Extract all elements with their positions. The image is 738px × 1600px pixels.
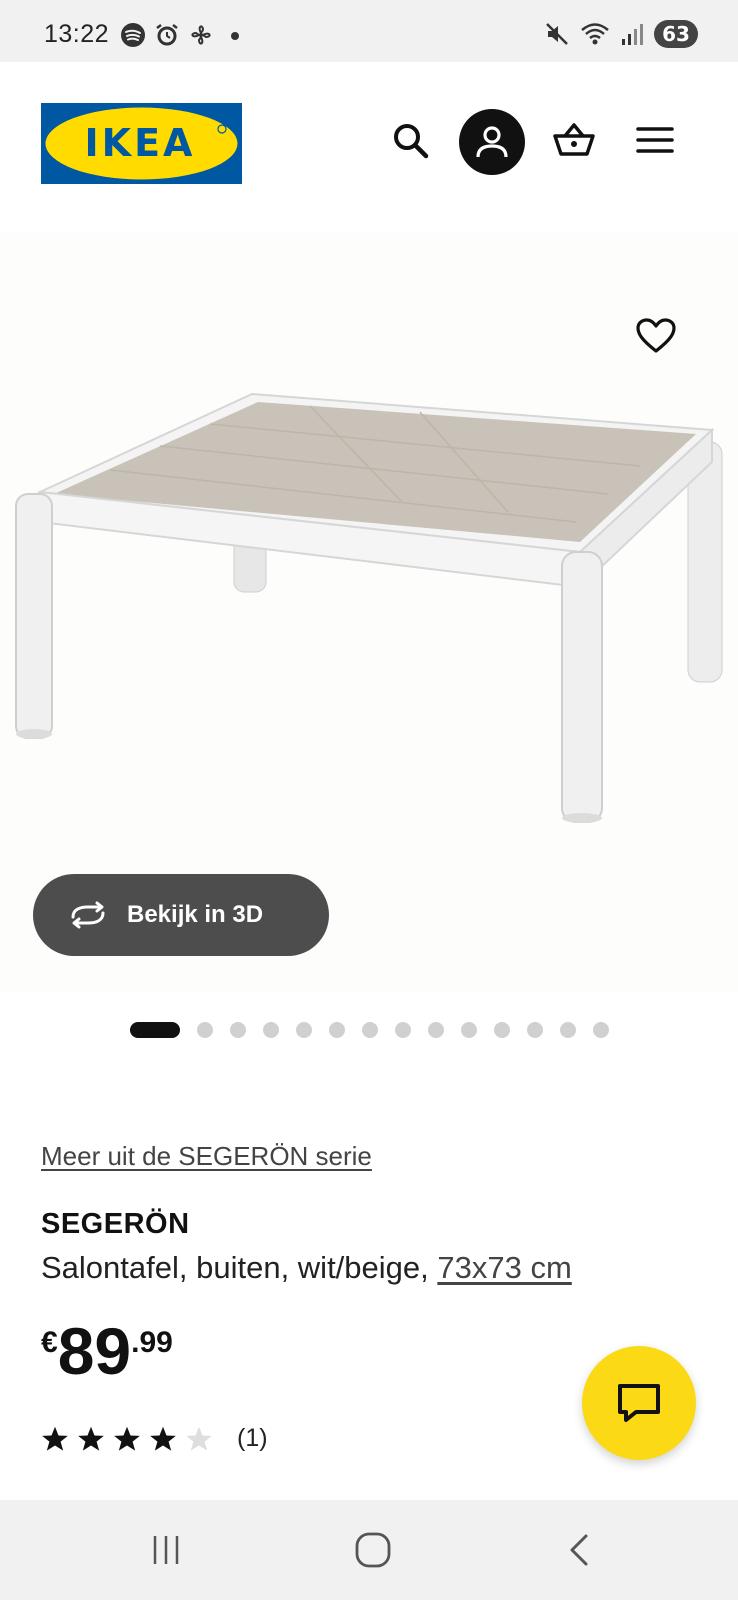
header: IKEA: [0, 62, 738, 232]
chat-button[interactable]: [582, 1346, 696, 1460]
alarm-icon: [156, 24, 178, 46]
pagination-dot[interactable]: [527, 1022, 543, 1038]
home-icon: [355, 1532, 391, 1568]
favorite-button[interactable]: [630, 310, 682, 362]
image-pagination[interactable]: [130, 1020, 609, 1040]
pagination-dot[interactable]: [461, 1022, 477, 1038]
back-button[interactable]: [550, 1528, 610, 1572]
price-decimal: .99: [131, 1326, 173, 1359]
pagination-dot[interactable]: [263, 1022, 279, 1038]
menu-button[interactable]: [627, 112, 683, 168]
product-size-link[interactable]: 73x73 cm: [437, 1250, 571, 1285]
svg-text:IKEA: IKEA: [85, 121, 196, 165]
profile-button[interactable]: [459, 109, 525, 175]
product-description: Salontafel, buiten, wit/beige, 73x73 cm: [41, 1250, 572, 1286]
pagination-dot[interactable]: [428, 1022, 444, 1038]
pagination-dot[interactable]: [494, 1022, 510, 1038]
product-price: € 89 .99: [41, 1318, 173, 1384]
pagination-dot[interactable]: [560, 1022, 576, 1038]
wifi-icon: [581, 23, 609, 45]
mute-icon: [546, 23, 568, 45]
star-filled-icon: [114, 1426, 140, 1451]
pagination-dot[interactable]: [362, 1022, 378, 1038]
recent-apps-icon: [153, 1536, 179, 1564]
cart-icon: [553, 123, 595, 156]
product-rating[interactable]: (1): [41, 1424, 268, 1453]
profile-icon: [476, 126, 508, 158]
cart-button[interactable]: [546, 112, 602, 168]
home-button[interactable]: [343, 1528, 403, 1572]
dot-icon: [231, 32, 239, 40]
spotify-icon: [121, 23, 145, 47]
price-currency: €: [41, 1326, 58, 1359]
pagination-dot[interactable]: [593, 1022, 609, 1038]
heart-icon: [636, 318, 676, 353]
status-icons-left: [120, 22, 248, 48]
signal-icon: [622, 24, 643, 45]
status-time: 13:22: [44, 20, 110, 48]
view-3d-label: Bekijk in 3D: [127, 901, 264, 928]
pagination-dot[interactable]: [395, 1022, 411, 1038]
pagination-dot[interactable]: [197, 1022, 213, 1038]
status-icons-right: 63: [544, 20, 698, 48]
pagination-dot-active[interactable]: [130, 1022, 180, 1038]
search-icon: [394, 124, 429, 159]
pagination-dot[interactable]: [296, 1022, 312, 1038]
ikea-logo[interactable]: IKEA: [41, 103, 242, 184]
menu-icon: [636, 127, 674, 153]
pagination-dot[interactable]: [329, 1022, 345, 1038]
series-link[interactable]: Meer uit de SEGERÖN serie: [41, 1141, 372, 1172]
recent-apps-button[interactable]: [136, 1528, 196, 1572]
rating-count[interactable]: (1): [237, 1424, 268, 1453]
star-filled-icon: [150, 1426, 176, 1451]
status-bar: 13:22 63: [0, 0, 738, 62]
price-integer: 89: [57, 1314, 132, 1388]
battery-icon: 63: [654, 20, 698, 48]
chat-icon: [618, 1384, 660, 1422]
fan-icon: [191, 25, 211, 45]
star-filled-icon: [42, 1426, 68, 1451]
rating-stars: [41, 1425, 213, 1453]
pagination-dot[interactable]: [230, 1022, 246, 1038]
product-photo: [15, 392, 723, 823]
search-button[interactable]: [384, 114, 438, 168]
star-empty-icon: [186, 1426, 212, 1451]
product-name: SEGERÖN: [41, 1208, 190, 1240]
product-image-gallery[interactable]: Bekijk in 3D: [0, 232, 738, 992]
product-description-text: Salontafel, buiten, wit/beige,: [41, 1250, 438, 1285]
back-icon: [570, 1534, 588, 1566]
rotate-3d-icon: [71, 901, 105, 929]
system-nav-bar: [0, 1500, 738, 1600]
star-filled-icon: [78, 1426, 104, 1451]
view-3d-button[interactable]: Bekijk in 3D: [33, 874, 329, 956]
